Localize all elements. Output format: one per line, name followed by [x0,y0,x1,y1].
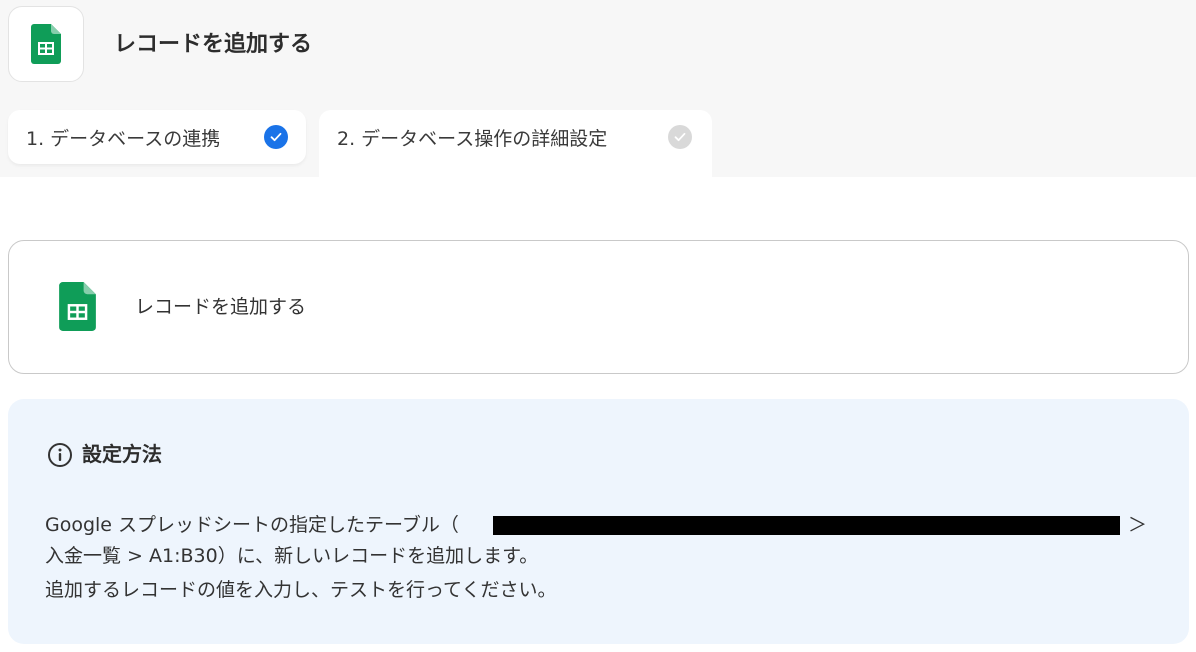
tab-database-operation-settings[interactable]: 2. データベース操作の詳細設定 [319,110,712,177]
info-text-line-1: Google スプレッドシートの指定したテーブル（ [45,514,459,536]
app-icon [8,6,84,82]
check-circle-icon [668,125,692,149]
tab-label: 2. データベース操作の詳細設定 [337,128,608,150]
info-title: 設定方法 [82,442,162,466]
action-card[interactable]: レコードを追加する [8,240,1189,374]
redacted-block [493,516,1120,535]
tab-label: 1. データベースの連携 [26,127,221,150]
tab-database-connection[interactable]: 1. データベースの連携 [8,110,306,164]
info-text-separator: ＞ [1128,514,1148,536]
page-title: レコードを追加する [114,32,313,57]
google-sheets-icon [31,24,61,64]
info-circle-icon [48,443,72,467]
info-text-line-3: 追加するレコードの値を入力し、テストを行ってください。 [45,579,557,601]
info-text-line-2: 入金一覧 > A1:B30）に、新しいレコードを追加します。 [45,545,539,567]
action-title: レコードを追加する [135,296,307,318]
check-circle-icon [264,125,288,149]
google-sheets-icon [59,282,96,331]
info-panel: 設定方法 Google スプレッドシートの指定したテーブル（ ＞ 入金一覧 > … [8,399,1189,644]
